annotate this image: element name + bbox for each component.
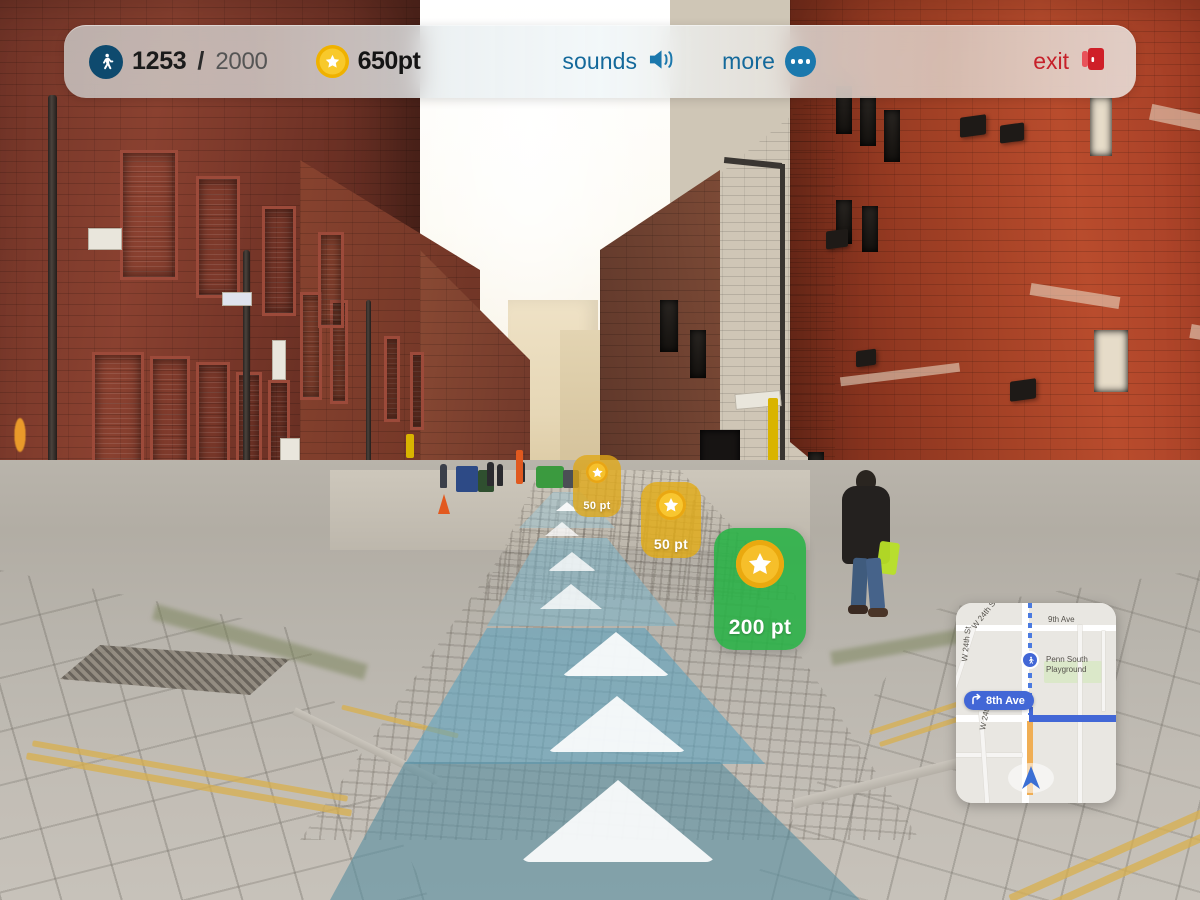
window — [384, 336, 400, 422]
map-turn-badge: 8th Ave — [964, 691, 1034, 710]
steps-separator: / — [197, 47, 205, 75]
star-coin-icon — [586, 461, 608, 483]
pedestrian-walking-away — [838, 470, 901, 620]
window — [860, 96, 876, 146]
window — [690, 330, 706, 378]
marker-point-label: 50 pt — [653, 536, 689, 552]
street-post — [516, 450, 523, 484]
map-road — [956, 753, 1022, 757]
window — [410, 352, 424, 430]
map-road — [1102, 631, 1105, 711]
steps-current: 1253 — [132, 47, 187, 75]
window — [1090, 96, 1112, 156]
green-van — [536, 466, 564, 488]
ac-unit — [1000, 122, 1024, 144]
more-label: more — [722, 48, 775, 74]
map-turn-street: 8th Ave — [986, 694, 1025, 707]
ac-unit — [856, 348, 876, 368]
window — [120, 150, 178, 280]
ar-walking-game-screen: 50 pt 50 pt 200 pt 1253 / 2000 650pt sou… — [0, 0, 1200, 900]
navigation-heading-arrow-icon — [1020, 765, 1042, 791]
more-button[interactable]: more — [722, 46, 816, 77]
pedestrian-shoe — [868, 608, 888, 617]
map-street-label: 9th Ave — [1048, 615, 1075, 624]
window — [884, 110, 900, 162]
ar-point-marker-50-near[interactable]: 50 pt — [641, 482, 701, 558]
wall-sign — [88, 228, 122, 250]
three-dots-icon — [784, 46, 816, 77]
hud-actions: sounds more — [562, 46, 816, 78]
marker-point-label: 200 pt — [728, 616, 792, 639]
map-active-route — [1029, 715, 1116, 722]
ac-unit — [960, 114, 986, 138]
hud-bar: 1253 / 2000 650pt sounds more exit — [64, 25, 1136, 98]
ar-point-marker-200[interactable]: 200 pt — [714, 528, 806, 650]
ac-unit — [1010, 378, 1036, 402]
mini-map[interactable]: 9th Ave W 24th St W 24th St W 24th St Pe… — [956, 603, 1116, 803]
points-counter: 650pt — [315, 45, 421, 78]
distant-pedestrian — [487, 462, 494, 486]
exit-label: exit — [1033, 48, 1069, 74]
map-walking-position-icon — [1021, 651, 1039, 669]
window — [660, 300, 678, 352]
street-post — [406, 434, 414, 458]
speaker-volume-icon — [647, 46, 678, 78]
ac-unit — [826, 228, 848, 250]
wheelie-bin — [456, 466, 478, 492]
ar-point-marker-50-far[interactable]: 50 pt — [573, 455, 621, 517]
marker-point-label: 50 pt — [583, 500, 611, 512]
wall-sign — [272, 340, 286, 380]
walking-person-icon — [89, 44, 123, 79]
wall-sign — [222, 292, 252, 306]
map-poi-label-line2: Playground — [1046, 665, 1087, 674]
map-road — [1078, 625, 1082, 803]
points-value: 650pt — [357, 47, 421, 75]
step-counter: 1253 / 2000 — [89, 44, 268, 79]
map-poi-label-line1: Penn South — [1046, 655, 1088, 664]
traffic-cone — [438, 494, 450, 514]
star-coin-icon — [315, 45, 349, 78]
distant-pedestrian — [440, 464, 447, 488]
exit-button[interactable]: exit — [1033, 44, 1108, 79]
window — [862, 206, 878, 252]
window — [262, 206, 296, 316]
star-coin-icon — [736, 540, 784, 588]
window — [318, 232, 344, 328]
window — [1094, 330, 1128, 392]
steps-goal: 2000 — [215, 47, 268, 75]
sounds-button[interactable]: sounds — [562, 46, 678, 78]
sounds-label: sounds — [562, 48, 638, 74]
turn-right-icon — [970, 693, 982, 708]
street-lamp-post — [780, 164, 785, 464]
pedestrian-shoe — [848, 605, 868, 614]
window — [196, 176, 240, 298]
exit-door-icon — [1078, 44, 1108, 79]
star-coin-icon — [656, 490, 686, 520]
distant-pedestrian — [497, 464, 503, 486]
map-active-route — [1029, 707, 1033, 722]
